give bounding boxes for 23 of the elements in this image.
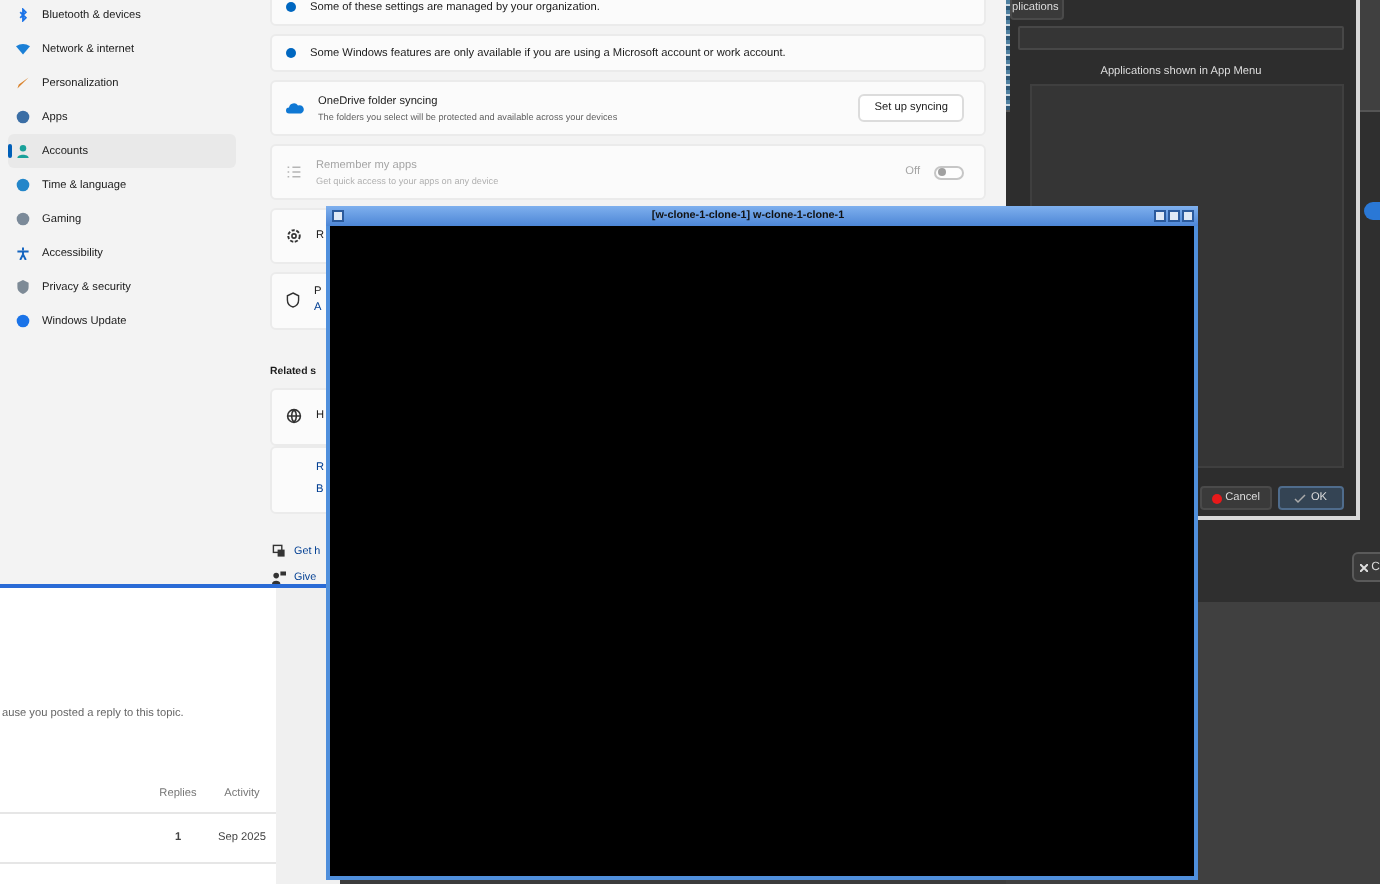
close-icon[interactable] xyxy=(1182,210,1194,222)
info-icon xyxy=(286,48,296,58)
check-icon xyxy=(1294,493,1307,503)
feedback-icon xyxy=(272,570,286,585)
list-icon xyxy=(286,164,302,181)
close-icon xyxy=(1359,563,1368,571)
shield-icon xyxy=(16,280,30,294)
paintbrush-icon xyxy=(16,76,30,90)
cloud-icon xyxy=(286,102,304,115)
gear-icon xyxy=(286,228,302,245)
accessibility-icon xyxy=(16,246,30,260)
stop-icon xyxy=(1211,493,1222,503)
info-icon xyxy=(286,2,296,13)
shield-icon xyxy=(286,292,300,309)
wifi-icon xyxy=(16,42,30,56)
input-field[interactable] xyxy=(1018,26,1344,50)
help-chat-icon xyxy=(272,544,286,559)
minimize-icon[interactable] xyxy=(1168,210,1180,222)
person-icon xyxy=(16,144,30,158)
window-menu-icon[interactable] xyxy=(332,210,344,222)
maximize-icon[interactable] xyxy=(1154,210,1166,222)
globe-icon xyxy=(286,408,302,425)
bluetooth-icon xyxy=(16,8,30,22)
